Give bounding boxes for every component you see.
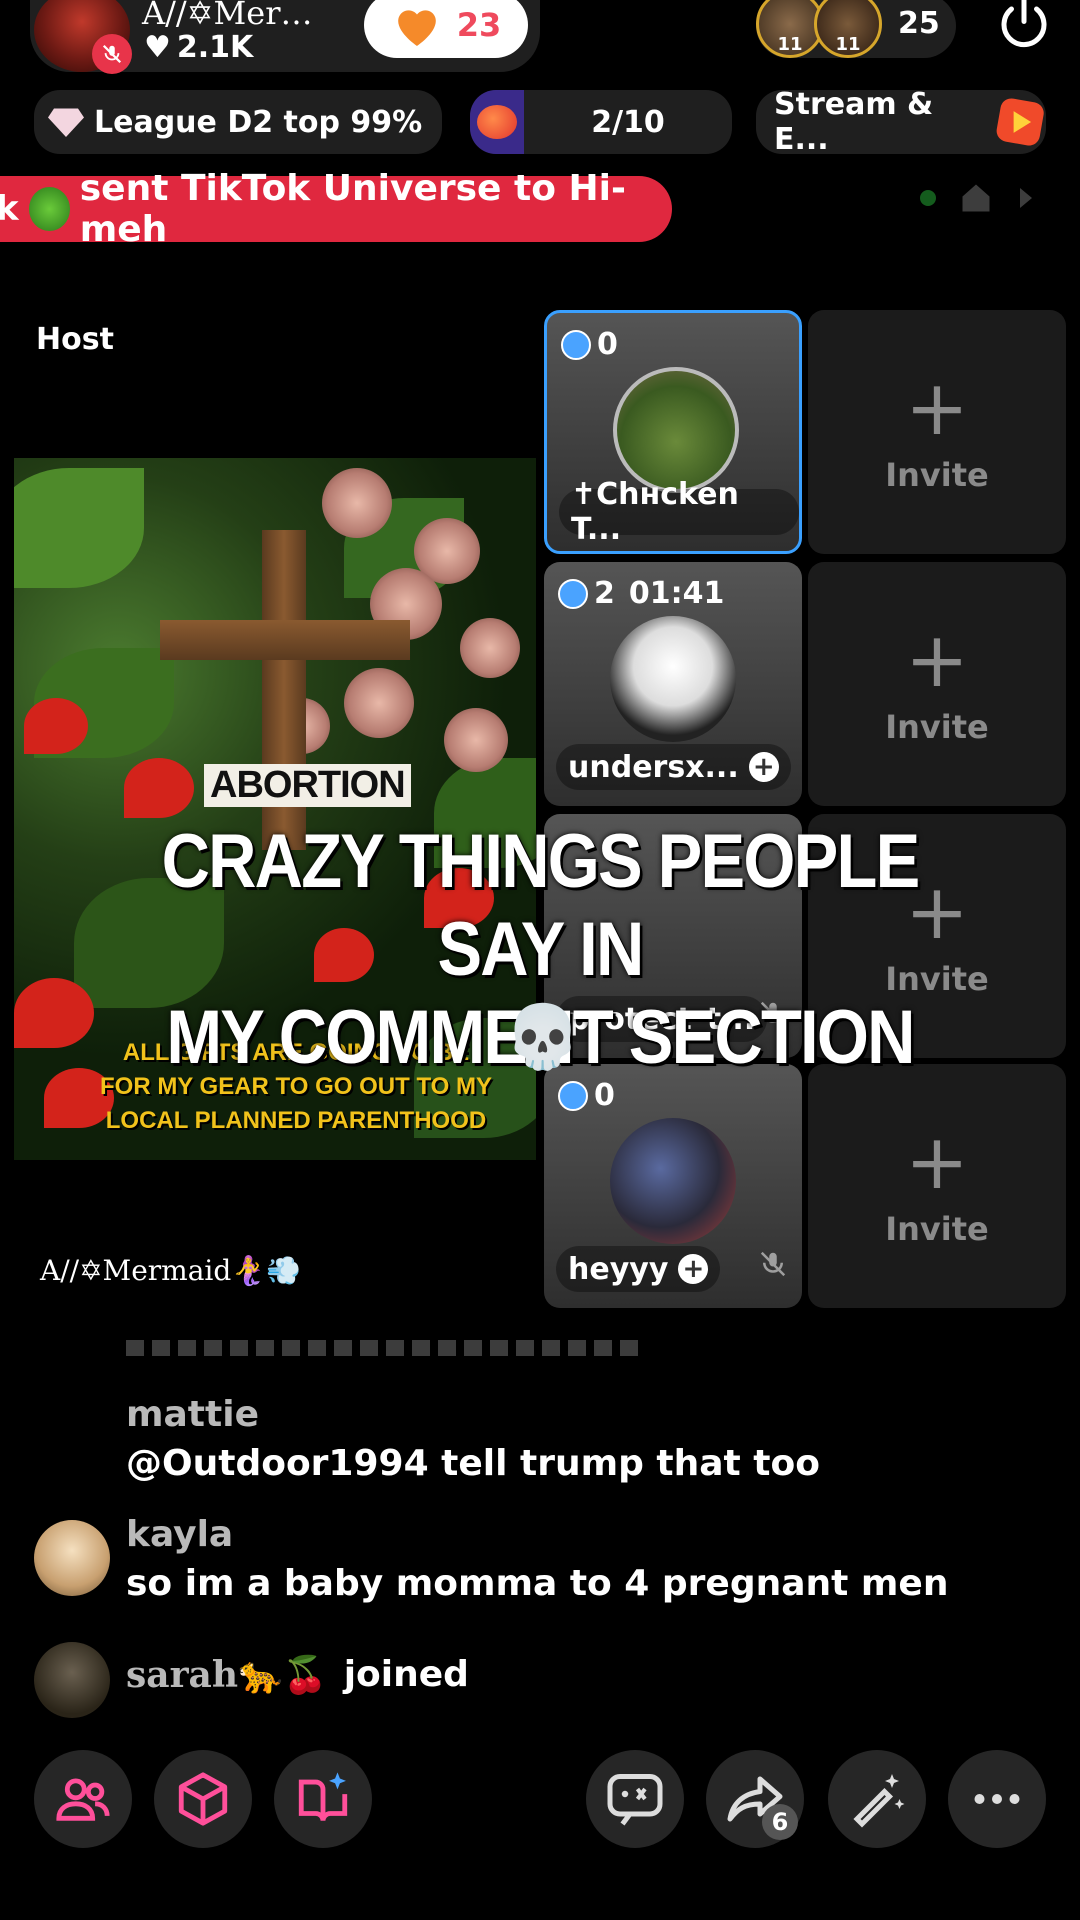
comment-text: so im a baby momma to 4 pregnant men: [126, 1563, 949, 1604]
comment-username: kayla: [126, 1514, 234, 1555]
guest-avatar: [610, 616, 736, 742]
home-icon[interactable]: [958, 180, 994, 216]
play-badge-icon: [996, 98, 1044, 146]
magic-button[interactable]: [828, 1750, 926, 1848]
gift-notification-banner: k sent TikTok Universe to Hi-meh: [0, 168, 672, 250]
chevron-right-icon[interactable]: [1016, 184, 1036, 212]
gift-banner-text: sent TikTok Universe to Hi-meh: [79, 168, 626, 250]
more-dots-icon: [974, 1794, 1020, 1804]
guest-score: 0: [594, 1078, 615, 1113]
add-icon[interactable]: +: [748, 752, 779, 782]
green-dot-icon: [920, 190, 936, 206]
plus-icon: +: [905, 1117, 969, 1206]
goal-progress[interactable]: 2/10: [470, 90, 732, 154]
invite-label: Invite: [885, 456, 989, 494]
join-text: joined: [343, 1654, 469, 1695]
guest-tile-2[interactable]: 2 01:41 undersx... +: [544, 562, 802, 806]
guest-timer: 01:41: [628, 576, 725, 611]
host-name: A//✡Mer…: [142, 0, 313, 32]
comment-item[interactable]: mattie @Outdoor1994 tell trump that too: [126, 1394, 820, 1484]
video-sign-text: ABORTION: [204, 764, 411, 807]
host-handle: A//✡Mermaid🧜‍♀️💨: [40, 1254, 302, 1287]
banner-controls: [920, 180, 1036, 216]
orange-heart-icon: [397, 10, 436, 46]
guest-avatar: [610, 1118, 736, 1244]
join-username: sarah🐆🍒: [126, 1654, 328, 1696]
add-icon[interactable]: +: [678, 1254, 709, 1284]
plus-icon: +: [905, 615, 969, 704]
guest-score: 0: [597, 327, 618, 362]
guest-tile-4[interactable]: 0 heyyy +: [544, 1064, 802, 1308]
mic-muted-icon: [92, 34, 132, 74]
like-total-value: 2.1K: [176, 30, 254, 65]
cross-bar: [160, 620, 410, 660]
invite-label: Invite: [885, 708, 989, 746]
comment-username: mattie: [126, 1394, 259, 1435]
viewer-level: 11: [777, 34, 803, 55]
join-message: sarah🐆🍒 joined: [126, 1654, 469, 1696]
guest-score-badge: 2 01:41: [558, 576, 724, 611]
league-rank-button[interactable]: League D2 top 99%: [34, 90, 442, 154]
more-button[interactable]: [948, 1750, 1046, 1848]
guest-score-badge: 0: [561, 327, 618, 362]
book-button[interactable]: [274, 1750, 372, 1848]
comment-item[interactable]: kayla so im a baby momma to 4 pregnant m…: [126, 1514, 948, 1604]
cube-icon: [178, 1772, 228, 1826]
plus-icon: +: [905, 363, 969, 452]
guest-score: 2: [594, 576, 615, 611]
invite-slot-4[interactable]: + Invite: [808, 1064, 1066, 1308]
like-button[interactable]: 23: [364, 0, 528, 58]
magic-wand-icon: [853, 1774, 905, 1828]
viewer-count[interactable]: 25: [898, 6, 940, 41]
mic-muted-icon: [758, 1249, 788, 1286]
skull-emoji: 💀: [504, 1000, 582, 1073]
people-icon: [56, 1778, 110, 1821]
guest-name-chip[interactable]: undersx... +: [556, 744, 791, 790]
power-icon[interactable]: [994, 0, 1054, 54]
comment-button[interactable]: [586, 1750, 684, 1848]
viewer-level: 11: [835, 34, 861, 55]
guest-name: heyyy: [568, 1251, 669, 1287]
dragon-icon: [28, 187, 70, 231]
guest-name-chip[interactable]: heyyy +: [556, 1246, 721, 1292]
snowflake-icon: [561, 329, 591, 360]
guest-avatar: [613, 367, 739, 493]
invite-slot-2[interactable]: + Invite: [808, 562, 1066, 806]
invite-label: Invite: [885, 1210, 989, 1248]
guest-name: undersx...: [568, 749, 739, 785]
share-count: 6: [762, 1804, 798, 1840]
pufferfish-icon: [470, 90, 524, 154]
like-button-count: 23: [456, 6, 502, 44]
stream-effects-button[interactable]: Stream & E...: [756, 87, 1046, 157]
snowflake-icon: [558, 578, 588, 609]
k-fragment: k: [0, 189, 19, 229]
guest-score-badge: 0: [558, 1078, 615, 1113]
snowflake-icon: [558, 1080, 588, 1111]
invite-slot-1[interactable]: + Invite: [808, 310, 1066, 554]
chat-icon: [607, 1774, 663, 1826]
like-total: ♥ 2.1K: [144, 30, 253, 65]
goal-progress-count: 2/10: [591, 104, 665, 140]
stream-label: Stream & E...: [774, 87, 934, 157]
scrolled-comment-fragment: [126, 1340, 646, 1364]
host-label: Host: [36, 322, 114, 357]
people-button[interactable]: [34, 1750, 132, 1848]
guest-name: ✝Chʜcken T...: [559, 477, 799, 547]
heart-icon: ♥: [144, 30, 171, 65]
book-sparkle-icon: [298, 1772, 348, 1822]
league-label: League D2 top 99%: [94, 104, 423, 140]
diamond-icon: [48, 108, 84, 137]
box-button[interactable]: [154, 1750, 252, 1848]
share-button[interactable]: 6: [706, 1750, 804, 1848]
viewer-avatar[interactable]: 11: [814, 0, 882, 58]
comment-avatar[interactable]: [34, 1520, 110, 1596]
caption-line-1: CRAZY THINGS PEOPLE SAY IN: [161, 819, 921, 992]
comment-text: @Outdoor1994 tell trump that too: [126, 1443, 820, 1484]
guest-tile-1[interactable]: 0 ✝Chʜcken T...: [544, 310, 802, 554]
comment-avatar[interactable]: [34, 1642, 110, 1718]
